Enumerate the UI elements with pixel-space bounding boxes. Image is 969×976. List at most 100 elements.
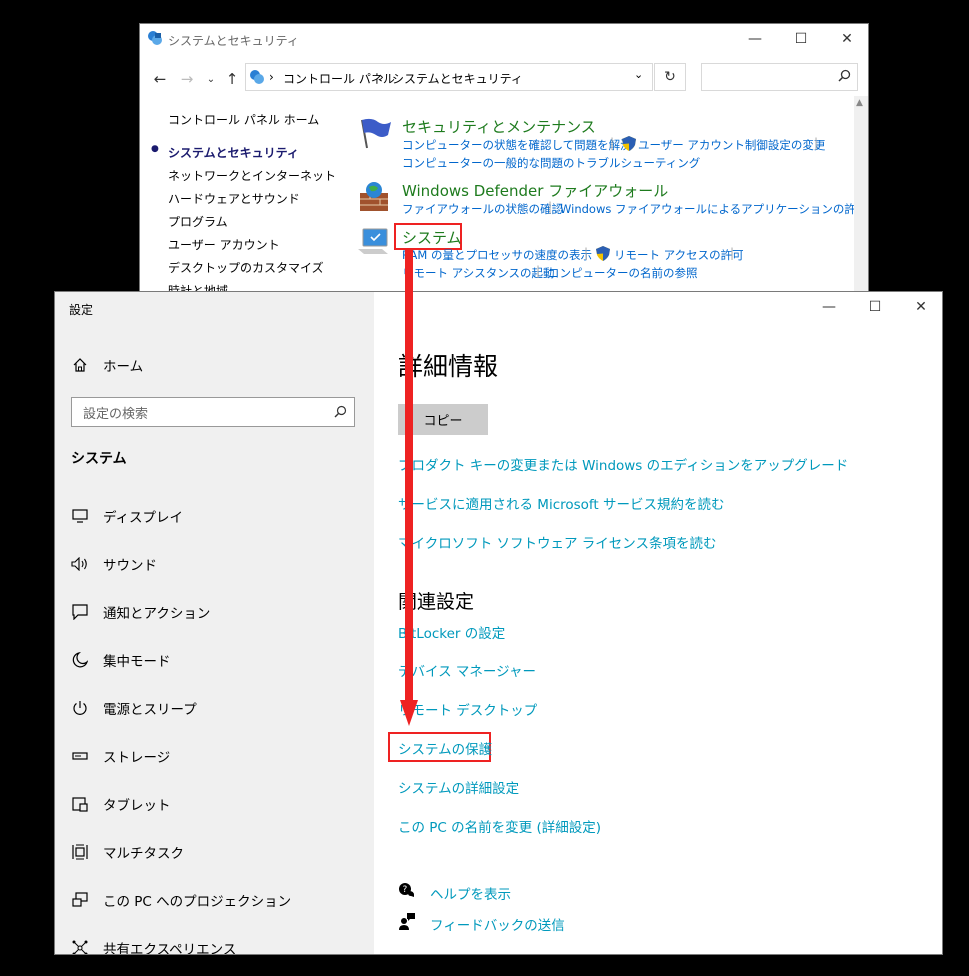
nav-sound[interactable]: サウンド (71, 549, 157, 579)
remote-assistance-link[interactable]: リモート アシスタンスの起動 (402, 265, 554, 281)
arrow-left-icon: ← (153, 70, 167, 88)
close-icon: ✕ (915, 299, 927, 315)
nav-multitasking[interactable]: マルチタスク (71, 837, 184, 867)
computer-name-link[interactable]: コンピューターの名前の参照 (548, 265, 698, 281)
remote-access-link[interactable]: リモート アクセスの許可 (614, 247, 744, 263)
arrow-right-icon: → (180, 70, 194, 88)
nav-storage-label: ストレージ (103, 750, 171, 766)
send-feedback-link[interactable]: フィードバックの送信 (430, 914, 565, 934)
back-button[interactable]: ← (149, 68, 171, 90)
settings-search-input[interactable]: 設定の検索 (71, 397, 355, 427)
cp-address-row: ← → ⌄ ↑ › コントロール パネル › システムとセキュリティ ⌄ ↻ (140, 62, 868, 96)
separator: | (548, 200, 553, 214)
troubleshoot-link[interactable]: コンピューターの一般的な問題のトラブルシューティング (402, 155, 700, 171)
search-placeholder: 設定の検索 (83, 407, 149, 422)
cp-scrollbar[interactable]: ▲ (854, 96, 868, 292)
settings-minimize-button[interactable]: — (806, 292, 852, 322)
nav-projection[interactable]: この PC へのプロジェクション (71, 885, 291, 915)
cp-nav-user-accounts[interactable]: ユーザー アカウント (168, 236, 280, 253)
power-icon (71, 699, 89, 717)
forward-button[interactable]: → (176, 68, 198, 90)
up-button[interactable]: ↑ (221, 68, 243, 90)
recent-locations-button[interactable]: ⌄ (200, 68, 222, 90)
home-label: ホーム (103, 359, 144, 375)
breadcrumb-system-security[interactable]: システムとセキュリティ (392, 70, 523, 87)
firewall-icon (358, 181, 390, 216)
remote-desktop-link[interactable]: リモート デスクトップ (398, 699, 537, 719)
moon-icon (71, 651, 89, 669)
chevron-down-icon: ⌄ (206, 73, 216, 85)
settings-home-item[interactable]: ホーム (71, 350, 143, 380)
minimize-icon: — (748, 31, 762, 47)
sound-icon (71, 555, 89, 573)
nav-notifications[interactable]: 通知とアクション (71, 597, 210, 627)
cp-maximize-button[interactable]: ☐ (778, 24, 824, 54)
refresh-button[interactable]: ↻ (654, 63, 686, 91)
cp-search-input[interactable] (701, 63, 858, 91)
nav-focus-assist[interactable]: 集中モード (71, 645, 171, 675)
notification-icon (71, 603, 89, 621)
maximize-icon: ☐ (868, 299, 882, 315)
help-chat-icon: ? (398, 882, 415, 901)
nav-shared-experiences-label: 共有エクスペリエンス (103, 942, 237, 955)
separator: | (814, 136, 819, 150)
check-status-link[interactable]: コンピューターの状態を確認して問題を解決 (402, 137, 632, 153)
cp-nav-network[interactable]: ネットワークとインターネット (168, 167, 336, 184)
upgrade-edition-link[interactable]: プロダクト キーの変更または Windows のエディションをアップグレード (398, 454, 848, 474)
settings-sidebar: 設定 ホーム 設定の検索 システム ディスプレイ サウンド 通知とアクション 集… (55, 292, 374, 954)
control-panel-icon (147, 30, 163, 49)
license-terms-link[interactable]: マイクロソフト ソフトウェア ライセンス条項を読む (398, 532, 717, 552)
uac-settings-link[interactable]: ユーザー アカウント制御設定の変更 (638, 137, 825, 153)
system-protection-link[interactable]: システムの保護 (398, 738, 492, 758)
advanced-system-settings-link[interactable]: システムの詳細設定 (398, 777, 519, 797)
nav-storage[interactable]: ストレージ (71, 741, 170, 771)
nav-power-sleep[interactable]: 電源とスリープ (71, 693, 197, 723)
minimize-icon: — (822, 299, 836, 315)
cp-minimize-button[interactable]: — (732, 24, 778, 54)
multitask-icon (71, 843, 89, 861)
firewall-heading[interactable]: Windows Defender ファイアウォール (402, 180, 668, 201)
home-icon (71, 356, 89, 374)
address-bar[interactable]: › コントロール パネル › システムとセキュリティ ⌄ (245, 63, 653, 91)
nav-shared-experiences[interactable]: 共有エクスペリエンス (71, 933, 237, 955)
nav-display[interactable]: ディスプレイ (71, 501, 183, 531)
cp-home-link[interactable]: コントロール パネル ホーム (168, 111, 319, 128)
nav-sound-label: サウンド (103, 558, 157, 574)
security-maintenance-heading[interactable]: セキュリティとメンテナンス (402, 116, 596, 137)
cp-nav-hardware[interactable]: ハードウェアとサウンド (168, 190, 300, 207)
bitlocker-link[interactable]: BitLocker の設定 (398, 622, 505, 642)
ram-processor-link[interactable]: RAM の量とプロセッサの速度の表示 (402, 247, 592, 263)
get-help-link[interactable]: ヘルプを表示 (430, 883, 511, 903)
address-dropdown-icon[interactable]: ⌄ (634, 68, 643, 81)
cp-nav-desktop[interactable]: デスクトップのカスタマイズ (168, 259, 324, 276)
settings-section-label: システム (71, 451, 127, 467)
nav-tablet-label: タブレット (103, 798, 171, 814)
uac-shield-icon (622, 136, 636, 154)
service-agreement-link[interactable]: サービスに適用される Microsoft サービス規約を読む (398, 493, 725, 513)
nav-projection-label: この PC へのプロジェクション (103, 894, 292, 910)
rename-pc-link[interactable]: この PC の名前を変更 (詳細設定) (398, 816, 601, 836)
search-icon (334, 405, 347, 421)
device-manager-link[interactable]: デバイス マネージャー (398, 660, 536, 680)
cp-nav-system-security[interactable]: システムとセキュリティ (168, 144, 299, 161)
chevron-right-icon: › (269, 70, 274, 84)
settings-maximize-button[interactable]: ☐ (852, 292, 898, 322)
settings-window-title: 設定 (69, 303, 94, 317)
firewall-allow-app-link[interactable]: Windows ファイアウォールによるアプリケーションの許可 (560, 201, 867, 217)
cp-nav-programs[interactable]: プログラム (168, 213, 228, 230)
scroll-up-icon[interactable]: ▲ (856, 98, 863, 108)
close-icon: ✕ (841, 31, 853, 47)
search-icon (838, 69, 851, 85)
system-heading[interactable]: システム (402, 227, 462, 248)
share-icon (71, 939, 89, 954)
firewall-status-link[interactable]: ファイアウォールの状態の確認 (402, 201, 563, 217)
settings-close-button[interactable]: ✕ (898, 292, 942, 322)
nav-power-sleep-label: 電源とスリープ (103, 702, 197, 718)
nav-notifications-label: 通知とアクション (103, 606, 211, 622)
feedback-person-icon (398, 913, 415, 933)
svg-text:?: ? (403, 885, 408, 895)
cp-titlebar: システムとセキュリティ — ☐ ✕ (140, 24, 868, 54)
cp-close-button[interactable]: ✕ (824, 24, 868, 54)
display-icon (71, 507, 89, 525)
nav-tablet[interactable]: タブレット (71, 789, 171, 819)
